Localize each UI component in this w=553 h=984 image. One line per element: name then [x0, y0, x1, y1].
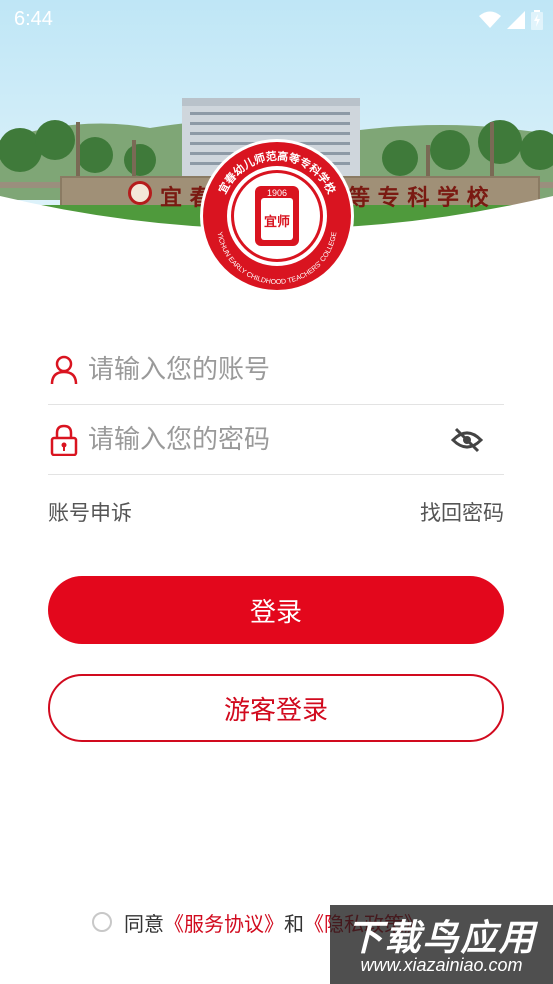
- password-field[interactable]: [48, 405, 504, 475]
- signal-icon: [507, 11, 525, 29]
- account-links: 账号申诉 找回密码: [48, 497, 504, 529]
- battery-icon: [531, 10, 543, 30]
- user-icon: [48, 354, 80, 386]
- recover-password-link[interactable]: 找回密码: [420, 497, 504, 529]
- eye-off-icon[interactable]: [450, 425, 484, 455]
- emblem-center-text: 宜师: [264, 214, 290, 230]
- password-input[interactable]: [88, 424, 428, 455]
- emblem-year: 1906: [267, 188, 287, 198]
- account-appeal-link[interactable]: 账号申诉: [48, 497, 132, 529]
- login-button[interactable]: 登录: [48, 576, 504, 644]
- guest-login-button[interactable]: 游客登录: [48, 674, 504, 742]
- status-icons: [479, 10, 543, 30]
- watermark-url: www.xiazainiao.com: [360, 955, 523, 975]
- and-label: 和: [284, 911, 304, 936]
- agree-label: 同意: [124, 911, 164, 936]
- account-input[interactable]: [88, 354, 428, 385]
- radio-unchecked-icon[interactable]: [92, 912, 112, 932]
- lock-icon: [48, 424, 80, 456]
- account-field[interactable]: [48, 335, 504, 405]
- status-bar: 6:44: [0, 0, 553, 38]
- service-terms-link[interactable]: 《服务协议》: [164, 908, 284, 937]
- wifi-icon: [479, 11, 501, 28]
- watermark-title: 下载鸟应用: [346, 918, 537, 959]
- watermark-overlay: 下载鸟应用 www.xiazainiao.com: [330, 905, 553, 984]
- school-emblem-logo: 宜春幼儿师范高等专科学校 YICHUN EARLY CHILDHOOD TEAC…: [200, 139, 354, 293]
- status-time: 6:44: [14, 8, 53, 30]
